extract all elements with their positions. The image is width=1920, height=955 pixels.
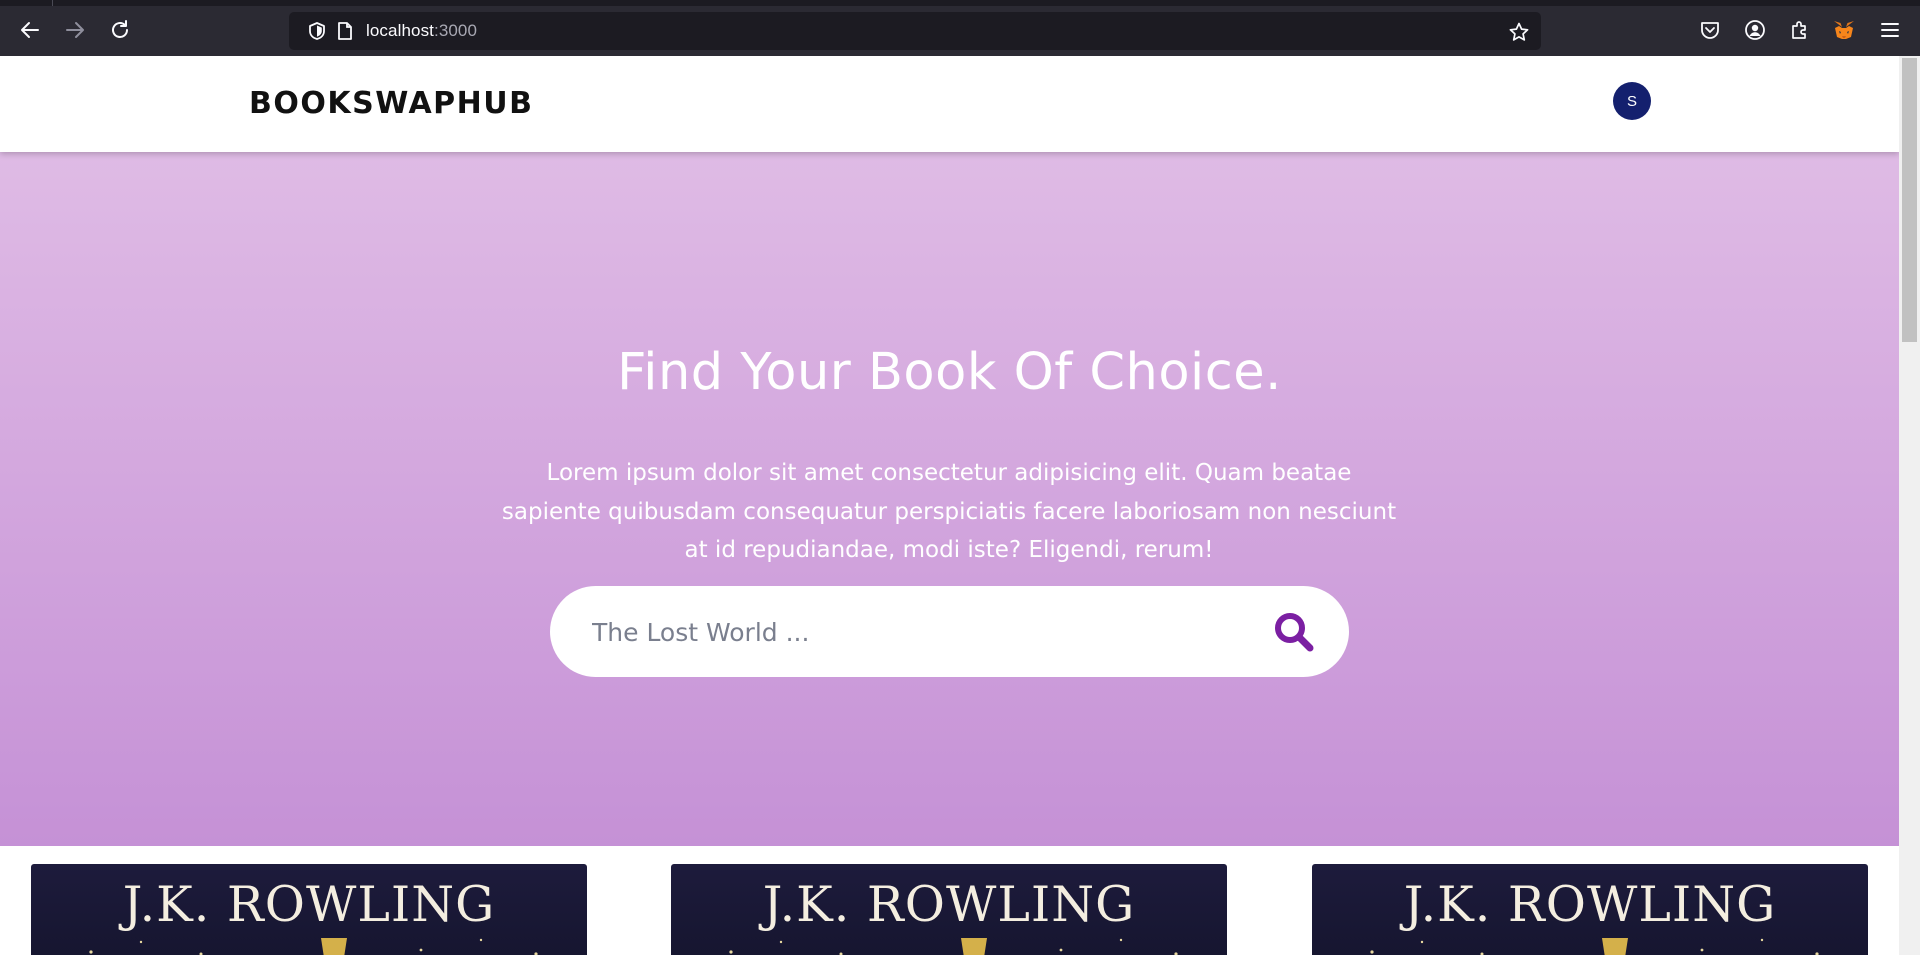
page-viewport: BOOKSWAPHUB S Find Your Book Of Choice. … xyxy=(0,56,1899,955)
arrow-right-icon xyxy=(66,22,84,38)
pocket-icon xyxy=(1701,22,1719,39)
metamask-button[interactable] xyxy=(1828,14,1860,46)
url-text[interactable]: localhost:3000 xyxy=(366,21,477,41)
account-button[interactable] xyxy=(1739,14,1771,46)
shield-icon[interactable] xyxy=(307,21,327,45)
fox-icon xyxy=(1834,21,1854,39)
search-input[interactable] xyxy=(592,608,1232,656)
url-host: localhost xyxy=(366,21,434,40)
scrollbar-thumb[interactable] xyxy=(1902,58,1917,342)
account-icon xyxy=(1745,20,1765,40)
address-bar[interactable]: localhost:3000 xyxy=(289,12,1541,50)
hero-section: Find Your Book Of Choice. Lorem ipsum do… xyxy=(0,152,1899,846)
search-button[interactable] xyxy=(1270,608,1318,656)
page-scrollbar[interactable] xyxy=(1899,56,1920,955)
url-port: :3000 xyxy=(434,21,478,40)
cover-stars xyxy=(729,938,1178,955)
bookmark-button[interactable] xyxy=(1505,18,1533,46)
arrow-left-icon xyxy=(21,22,39,38)
pocket-button[interactable] xyxy=(1694,14,1726,46)
star-icon xyxy=(1509,22,1529,41)
tab-strip xyxy=(0,0,1920,6)
cover-stars xyxy=(1370,938,1819,955)
browser-toolbar: localhost:3000 xyxy=(0,0,1920,56)
menu-button[interactable] xyxy=(1874,14,1906,46)
book-card[interactable]: J.K. ROWLING xyxy=(31,864,587,955)
user-avatar[interactable]: S xyxy=(1613,82,1651,120)
page-icon[interactable] xyxy=(336,21,354,45)
hero-description: Lorem ipsum dolor sit amet consectetur a… xyxy=(501,460,1397,563)
extensions-button[interactable] xyxy=(1784,14,1816,46)
puzzle-icon xyxy=(1792,21,1806,39)
hero-title: Find Your Book Of Choice. xyxy=(617,343,1282,402)
book-card[interactable]: J.K. ROWLING xyxy=(1312,864,1868,955)
back-button[interactable] xyxy=(14,14,46,46)
hamburger-icon xyxy=(1881,23,1899,37)
book-card[interactable]: J.K. ROWLING xyxy=(671,864,1227,955)
site-logo[interactable]: BOOKSWAPHUB xyxy=(249,86,534,121)
book-grid: J.K. ROWLING J.K. ROWLING J.K. ROWLING xyxy=(0,846,1899,955)
search-icon xyxy=(1275,613,1314,652)
reload-icon xyxy=(112,20,128,38)
reload-button[interactable] xyxy=(104,14,136,46)
tab-separator xyxy=(52,0,53,6)
forward-button[interactable] xyxy=(59,14,91,46)
site-navbar: BOOKSWAPHUB S xyxy=(0,56,1899,152)
search-bar xyxy=(550,586,1349,677)
cover-stars xyxy=(89,938,538,955)
